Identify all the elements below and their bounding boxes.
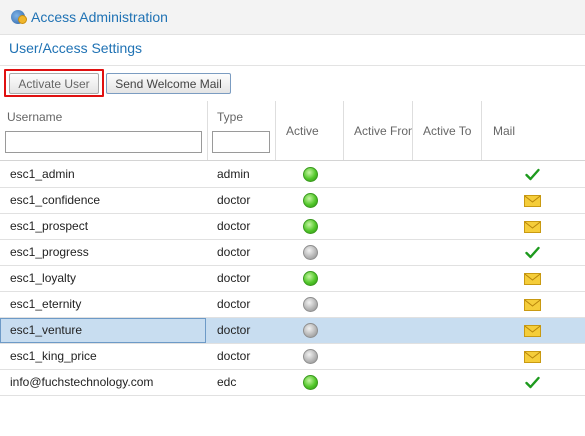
cell-type: doctor (217, 245, 251, 259)
cell-username: esc1_king_price (10, 349, 97, 363)
cell-type: edc (217, 375, 237, 389)
column-header-type[interactable]: Type (208, 101, 276, 160)
cell-username: esc1_prospect (10, 219, 89, 233)
cell-type: doctor (217, 349, 251, 363)
cell-username: esc1_admin (10, 167, 75, 181)
title-bar: Access Administration (0, 0, 585, 35)
inactive-status-gray-icon (303, 245, 318, 260)
mail-envelope-icon (524, 219, 541, 234)
column-label-username: Username (7, 110, 63, 124)
cell-username: esc1_loyalty (10, 271, 77, 285)
username-filter-input[interactable] (5, 131, 202, 153)
mail-envelope-icon (524, 271, 541, 286)
active-status-green-icon (303, 167, 318, 182)
column-label-active-to: Active To (423, 124, 472, 138)
cell-username: info@fuchstechnology.com (10, 375, 154, 389)
cell-type: admin (217, 167, 250, 181)
column-label-mail: Mail (493, 124, 516, 138)
cell-type: doctor (217, 323, 251, 337)
table-row[interactable]: esc1_confidence doctor (0, 188, 585, 214)
table-row[interactable]: esc1_progress doctor (0, 240, 585, 266)
table-row[interactable]: esc1_admin admin (0, 162, 585, 188)
cell-type: doctor (217, 193, 251, 207)
table-row[interactable]: esc1_king_price doctor (0, 344, 585, 370)
cell-username: esc1_eternity (10, 297, 82, 311)
mail-envelope-icon (524, 297, 541, 312)
table-header: Username Type Active Active From Active … (0, 101, 585, 161)
mail-sent-check-icon (524, 167, 541, 182)
highlight-annotation (4, 69, 104, 97)
column-header-mail[interactable]: Mail (482, 101, 585, 160)
mail-sent-check-icon (524, 245, 541, 260)
cell-type: doctor (217, 219, 251, 233)
active-status-green-icon (303, 193, 318, 208)
divider (0, 65, 585, 66)
column-header-active-to[interactable]: Active To (413, 101, 482, 160)
window-title: Access Administration (31, 9, 168, 25)
table-row[interactable]: esc1_eternity doctor (0, 292, 585, 318)
inactive-status-gray-icon (303, 297, 318, 312)
access-admin-icon (11, 10, 27, 24)
column-header-active-from[interactable]: Active From (344, 101, 413, 160)
inactive-status-gray-icon (303, 323, 318, 338)
cell-username: esc1_progress (10, 245, 89, 259)
user-table-body: esc1_admin admin esc1_confidence doctor esc1… (0, 162, 585, 396)
mail-sent-check-icon (524, 375, 541, 390)
active-status-green-icon (303, 271, 318, 286)
active-status-green-icon (303, 219, 318, 234)
table-row[interactable]: esc1_venture doctor (0, 318, 585, 344)
column-header-active[interactable]: Active (276, 101, 344, 160)
table-row[interactable]: esc1_prospect doctor (0, 214, 585, 240)
mail-envelope-icon (524, 349, 541, 364)
table-row[interactable]: esc1_loyalty doctor (0, 266, 585, 292)
column-label-active: Active (286, 124, 319, 138)
section-title: User/Access Settings (9, 40, 143, 56)
type-filter-input[interactable] (212, 131, 270, 153)
cell-type: doctor (217, 297, 251, 311)
table-row[interactable]: info@fuchstechnology.com edc (0, 370, 585, 396)
mail-envelope-icon (524, 193, 541, 208)
cell-type: doctor (217, 271, 251, 285)
cell-username: esc1_confidence (10, 193, 101, 207)
inactive-status-gray-icon (303, 349, 318, 364)
send-welcome-mail-button[interactable]: Send Welcome Mail (106, 73, 231, 94)
column-label-type: Type (217, 110, 244, 124)
active-status-green-icon (303, 375, 318, 390)
column-header-username[interactable]: Username (0, 101, 208, 160)
column-label-active-from: Active From (354, 124, 413, 138)
cell-username: esc1_venture (0, 318, 206, 343)
mail-envelope-icon (524, 323, 541, 338)
